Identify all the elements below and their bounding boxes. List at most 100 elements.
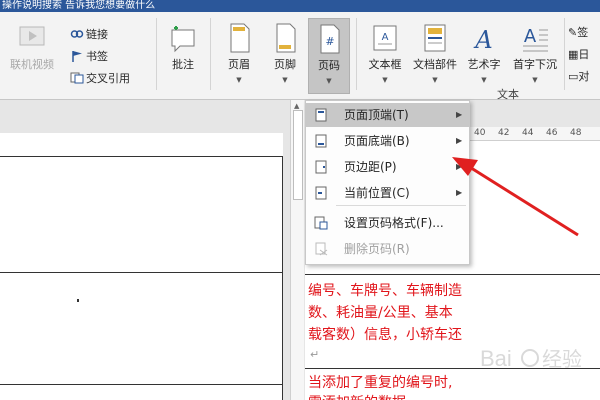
menu-item-bottom-of-page[interactable]: 页面底端(B) ▶ [306,129,469,153]
online-video-icon [19,26,45,46]
drop-cap-icon: A [523,26,548,52]
menu-item-remove-page-numbers[interactable]: 删除页码(R) [306,237,469,261]
quick-parts-button[interactable]: 文档部件 ▼ [410,18,460,94]
chevron-down-icon: ▼ [481,76,487,84]
text-box-button[interactable]: A 文本框 ▼ [362,18,408,94]
signature-icon: ✎ [568,26,578,39]
ribbon-separator [564,18,565,90]
calendar-icon: ▦ [568,48,579,61]
link-label: 链接 [86,28,108,41]
ruler-tick: 40 [474,128,486,138]
date-label: 日 [578,48,590,61]
bookmark-label: 书签 [86,50,108,63]
svg-text:Bai: Bai [480,346,512,371]
comment-label: 批注 [172,58,194,71]
online-video-label: 联机视频 [10,58,54,71]
cross-reference-icon [70,72,84,84]
document-text-line[interactable]: 载客数）信息，小轿车还 [308,324,462,344]
quick-parts-label: 文档部件 [413,58,457,71]
menu-item-label: 页边距(P) [344,160,397,174]
ruler-tick: 44 [522,128,534,138]
date-time-button[interactable]: ▦日 [568,46,589,64]
document-text-line[interactable]: 当添加了重复的编号时, [308,372,452,392]
signature-line-button[interactable]: ✎签 [568,24,588,42]
menu-item-page-margins[interactable]: 页边距(P) ▶ [306,155,469,179]
svg-text:A: A [524,26,537,47]
chevron-down-icon: ▼ [236,76,242,84]
title-bar: 操作说明搜索 告诉我您想要做什么 [0,0,600,12]
table-border [0,384,283,385]
document-text-line[interactable]: 需添加新的数据, [308,392,410,400]
menu-item-current-position[interactable]: 当前位置(C) ▶ [306,181,469,205]
comment-button[interactable]: 批注 [162,18,204,94]
link-button[interactable]: 链接 [70,26,108,44]
page-bottom-icon [315,134,327,148]
page-number-button[interactable]: # 页码 ▼ [308,18,350,94]
document-text-line[interactable]: 编号、车牌号、车辆制造 [308,280,462,300]
ruler-tick: 46 [546,128,558,138]
svg-text:经验: 经验 [542,348,582,371]
bookmark-button[interactable]: 书签 [70,48,108,66]
horizontal-ruler[interactable]: 40 42 44 46 48 [468,127,600,141]
paragraph-mark: ↵ [310,348,320,361]
table-border [0,272,283,273]
page-margin-icon [315,160,327,174]
menu-item-label: 当前位置(C) [344,186,410,200]
vertical-scrollbar[interactable]: ▲ [290,100,304,400]
chevron-down-icon: ▼ [326,77,332,85]
title-bar-text: 操作说明搜索 告诉我您想要做什么 [2,0,156,11]
text-box-label: 文本框 [368,58,402,71]
menu-item-top-of-page[interactable]: 页面顶端(T) ▶ [306,103,469,127]
menu-item-label: 页面顶端(T) [344,108,409,122]
page-number-menu: 页面顶端(T) ▶ 页面底端(B) ▶ 页边距(P) ▶ 当前位置(C) ▶ 设… [305,100,470,265]
footer-button[interactable]: 页脚 ▼ [264,18,306,94]
drop-cap-button[interactable]: A 首字下沉 ▼ [508,18,562,94]
svg-text:#: # [325,35,334,48]
scroll-thumb[interactable] [293,110,303,200]
online-video-button[interactable]: 联机视频 [4,18,60,94]
chevron-down-icon: ▼ [532,76,538,84]
flag-icon [72,51,82,62]
wordart-label: 艺术字 [467,58,501,71]
ribbon-separator [356,18,357,90]
wordart-icon: A [473,26,492,54]
ruler-tick: 42 [498,128,510,138]
page-top-icon [315,108,327,122]
chevron-down-icon: ▼ [432,76,438,84]
remove-page-number-icon [315,242,328,256]
dot-mark [77,299,79,302]
wordart-button[interactable]: A 艺术字 ▼ [462,18,506,94]
submenu-arrow-icon: ▶ [456,188,463,197]
header-label: 页眉 [228,58,250,71]
link-icon [70,30,84,38]
table-border [282,156,283,400]
header-button[interactable]: 页眉 ▼ [218,18,260,94]
ribbon-separator [156,18,157,90]
menu-item-label: 设置页码格式(F)... [344,216,444,230]
menu-item-label: 页面底端(B) [344,134,410,148]
submenu-arrow-icon: ▶ [456,162,463,171]
drop-cap-label: 首字下沉 [513,58,557,71]
ribbon-separator [210,18,211,90]
table-border [305,274,600,275]
svg-text:A: A [473,26,492,54]
chevron-down-icon: ▼ [382,76,388,84]
comment-icon [171,26,195,53]
object-button[interactable]: ▭对 [568,68,589,86]
chevron-down-icon: ▼ [282,76,288,84]
document-text-line[interactable]: 数、耗油量/公里、基本 [308,302,453,322]
cross-reference-button[interactable]: 交叉引用 [70,70,130,88]
current-position-icon [315,186,327,200]
page-number-icon: # [320,24,340,54]
object-icon: ▭ [568,70,579,83]
scroll-up-icon[interactable]: ▲ [294,102,299,110]
format-page-number-icon [314,216,328,230]
footer-label: 页脚 [274,58,296,71]
ruler-tick: 48 [570,128,582,138]
menu-separator [336,205,466,206]
header-icon [230,23,250,53]
menu-item-format-page-numbers[interactable]: 设置页码格式(F)... [306,211,469,235]
submenu-arrow-icon: ▶ [456,110,463,119]
watermark-logo: Bai 经验 [480,346,582,371]
table-border [0,156,283,157]
